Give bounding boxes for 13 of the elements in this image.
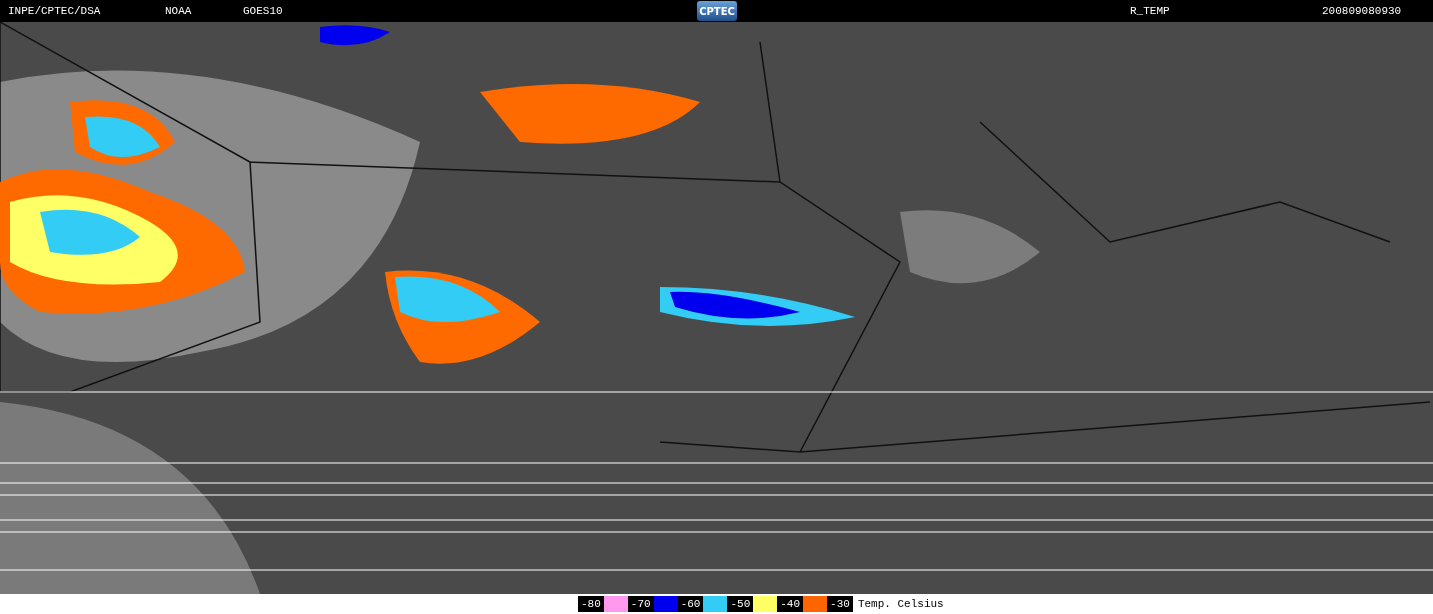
legend-unit: Temp. Celsius: [857, 598, 944, 610]
agency-label: NOAA: [165, 5, 193, 17]
source-label: INPE/CPTEC/DSA: [8, 5, 102, 17]
timestamp: 200809080930: [1322, 5, 1403, 17]
legend-value: -50: [727, 596, 754, 612]
legend-value: -70: [627, 596, 654, 612]
satellite-label: GOES10: [243, 5, 284, 17]
logo: CPTEC: [697, 1, 737, 21]
legend-value: -30: [827, 596, 853, 612]
legend-value: -80: [578, 596, 604, 612]
product-label: R_TEMP: [1130, 5, 1171, 17]
legend-value: -60: [677, 596, 704, 612]
legend-value: -40: [777, 596, 804, 612]
